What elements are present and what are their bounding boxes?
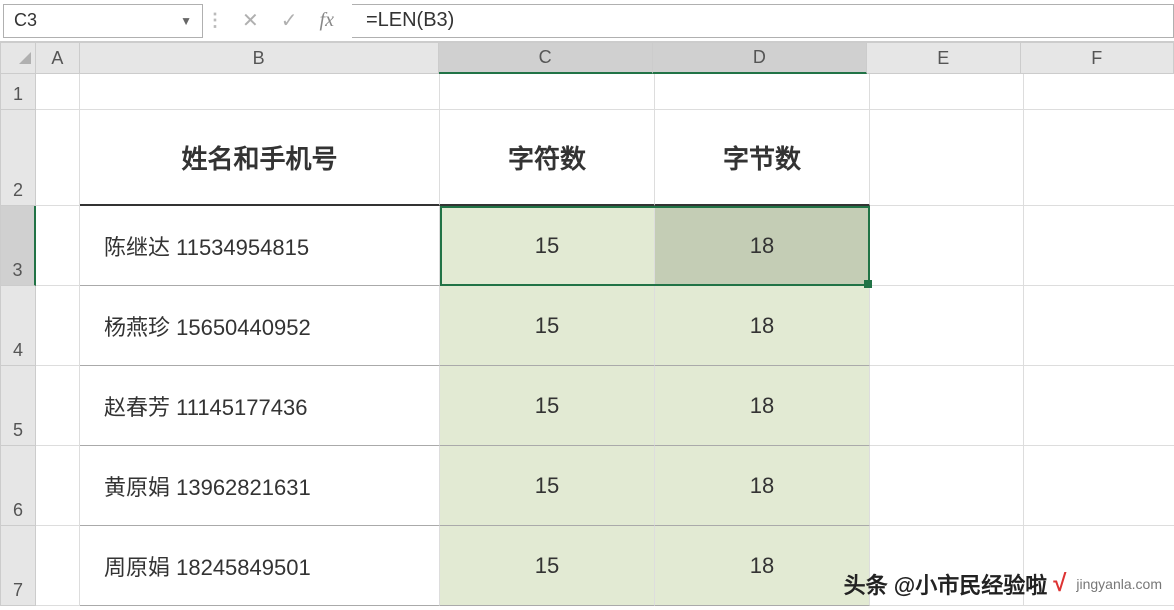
formula-bar: C3 ▼ ⋮ ✕ ✓ fx =LEN(B3): [0, 0, 1174, 42]
select-all-corner[interactable]: [0, 42, 36, 74]
row-headers: 1 2 3 4 5 6 7: [0, 74, 36, 606]
cell-a4[interactable]: [36, 286, 80, 366]
cell-a5[interactable]: [36, 366, 80, 446]
dropdown-arrow-icon[interactable]: ▼: [180, 14, 192, 28]
cell-reference: C3: [14, 10, 37, 31]
cell-e4[interactable]: [870, 286, 1024, 366]
row-header-3[interactable]: 3: [0, 206, 36, 286]
cell-d1[interactable]: [655, 74, 870, 110]
cell-e6[interactable]: [870, 446, 1024, 526]
col-header-a[interactable]: A: [36, 42, 80, 74]
cell-c7[interactable]: 15: [440, 526, 655, 606]
cell-b2-header[interactable]: 姓名和手机号: [80, 110, 440, 206]
col-header-d[interactable]: D: [653, 42, 867, 74]
watermark-text: 头条 @小市民经验啦: [844, 568, 1048, 600]
cell-d2-header[interactable]: 字节数: [655, 110, 870, 206]
col-header-c[interactable]: C: [439, 42, 653, 74]
watermark: 头条 @小市民经验啦 √ jingyanla.com: [844, 568, 1162, 600]
cell-e5[interactable]: [870, 366, 1024, 446]
cell-a7[interactable]: [36, 526, 80, 606]
cell-b5[interactable]: 赵春芳 11145177436: [80, 366, 440, 446]
watermark-site: jingyanla.com: [1076, 576, 1162, 592]
cell-b1[interactable]: [80, 74, 440, 110]
cell-b6[interactable]: 黄原娟 13962821631: [80, 446, 440, 526]
divider: ⋮: [206, 10, 224, 31]
cell-c2-header[interactable]: 字符数: [440, 110, 655, 206]
col-header-b[interactable]: B: [80, 42, 439, 74]
cell-a6[interactable]: [36, 446, 80, 526]
triangle-icon: [19, 52, 31, 64]
cell-a3[interactable]: [36, 206, 80, 286]
cell-f2[interactable]: [1024, 110, 1174, 206]
row-header-5[interactable]: 5: [0, 366, 36, 446]
cell-c4[interactable]: 15: [440, 286, 655, 366]
cell-b4[interactable]: 杨燕珍 15650440952: [80, 286, 440, 366]
fx-icon[interactable]: fx: [320, 9, 334, 32]
name-box[interactable]: C3 ▼: [3, 4, 203, 38]
row-header-2[interactable]: 2: [0, 110, 36, 206]
cell-f3[interactable]: [1024, 206, 1174, 286]
cell-c6[interactable]: 15: [440, 446, 655, 526]
cell-d7[interactable]: 18: [655, 526, 870, 606]
cell-a2[interactable]: [36, 110, 80, 206]
cell-d5[interactable]: 18: [655, 366, 870, 446]
cell-c5[interactable]: 15: [440, 366, 655, 446]
cell-c3[interactable]: 15: [440, 206, 655, 286]
row-header-1[interactable]: 1: [0, 74, 36, 110]
row-header-4[interactable]: 4: [0, 286, 36, 366]
cell-e2[interactable]: [870, 110, 1024, 206]
row-header-7[interactable]: 7: [0, 526, 36, 606]
cell-d3[interactable]: 18: [655, 206, 870, 286]
cell-d4[interactable]: 18: [655, 286, 870, 366]
row-header-6[interactable]: 6: [0, 446, 36, 526]
cell-b7[interactable]: 周原娟 18245849501: [80, 526, 440, 606]
column-headers: A B C D E F: [0, 42, 1174, 74]
cell-c1[interactable]: [440, 74, 655, 110]
spreadsheet-grid: A B C D E F 1 2 3 4 5 6 7: [0, 42, 1174, 606]
cell-a1[interactable]: [36, 74, 80, 110]
cell-d6[interactable]: 18: [655, 446, 870, 526]
formula-text: =LEN(B3): [366, 9, 454, 32]
checkmark-icon: √: [1053, 570, 1066, 598]
col-header-f[interactable]: F: [1021, 42, 1174, 74]
cell-f6[interactable]: [1024, 446, 1174, 526]
cell-f5[interactable]: [1024, 366, 1174, 446]
cell-b3[interactable]: 陈继达 11534954815: [80, 206, 440, 286]
cancel-icon[interactable]: ✕: [242, 8, 259, 33]
cell-f1[interactable]: [1024, 74, 1174, 110]
cell-e1[interactable]: [870, 74, 1024, 110]
accept-icon[interactable]: ✓: [281, 8, 298, 33]
cell-grid: 姓名和手机号 字符数 字节数 陈继达 11534954815 15 18 杨燕珍…: [36, 74, 1174, 606]
formula-actions: ✕ ✓ fx: [224, 8, 352, 33]
cell-e3[interactable]: [870, 206, 1024, 286]
cell-f4[interactable]: [1024, 286, 1174, 366]
col-header-e[interactable]: E: [867, 42, 1020, 74]
formula-input[interactable]: =LEN(B3): [352, 4, 1174, 38]
